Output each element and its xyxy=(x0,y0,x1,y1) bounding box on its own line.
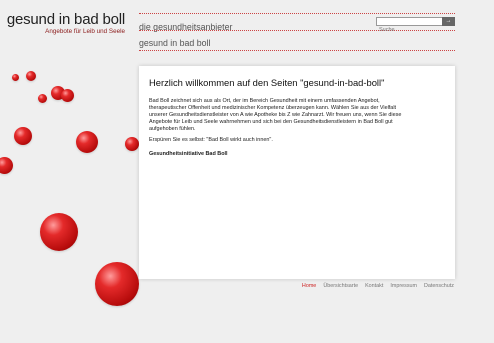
footer-navigation: Home Übersichtsarte Kontakt Impressum Da… xyxy=(302,283,454,289)
footer-link-map[interactable]: Übersichtsarte xyxy=(323,283,358,289)
footer-link-privacy[interactable]: Datenschutz xyxy=(424,283,454,289)
berry-image xyxy=(12,74,19,81)
berry-image xyxy=(76,131,98,153)
page-heading: Herzlich willkommen auf den Seiten "gesu… xyxy=(149,77,385,88)
berry-image xyxy=(14,127,32,145)
berry-image xyxy=(40,213,78,251)
berry-image xyxy=(38,94,47,103)
arrow-right-icon: → xyxy=(445,18,452,24)
main-content: Herzlich willkommen auf den Seiten "gesu… xyxy=(139,66,455,279)
divider xyxy=(139,13,455,14)
berry-image xyxy=(61,89,74,102)
site-title: gesund in bad boll xyxy=(6,11,125,28)
berry-image xyxy=(26,71,36,81)
signature: Gesundheitsinitiative Bad Boll xyxy=(149,151,228,157)
section-title: gesund in bad boll xyxy=(139,38,211,48)
site-subtitle: Angebote für Leib und Seele xyxy=(45,28,125,35)
footer-link-imprint[interactable]: Impressum xyxy=(390,283,417,289)
divider xyxy=(139,50,455,51)
quote-paragraph: Erspüren Sie es selbst: "Bad Boll wirkt … xyxy=(149,137,273,143)
search-box: → xyxy=(376,17,455,34)
berry-image xyxy=(125,137,139,151)
search-input[interactable] xyxy=(377,26,441,34)
footer-link-contact[interactable]: Kontakt xyxy=(365,283,383,289)
berry-image xyxy=(95,262,139,306)
berry-image xyxy=(0,157,13,174)
intro-paragraph: Bad Boll zeichnet sich aus als Ort, der … xyxy=(149,98,402,133)
footer-link-home[interactable]: Home xyxy=(302,283,316,289)
search-button[interactable]: → xyxy=(442,17,455,26)
